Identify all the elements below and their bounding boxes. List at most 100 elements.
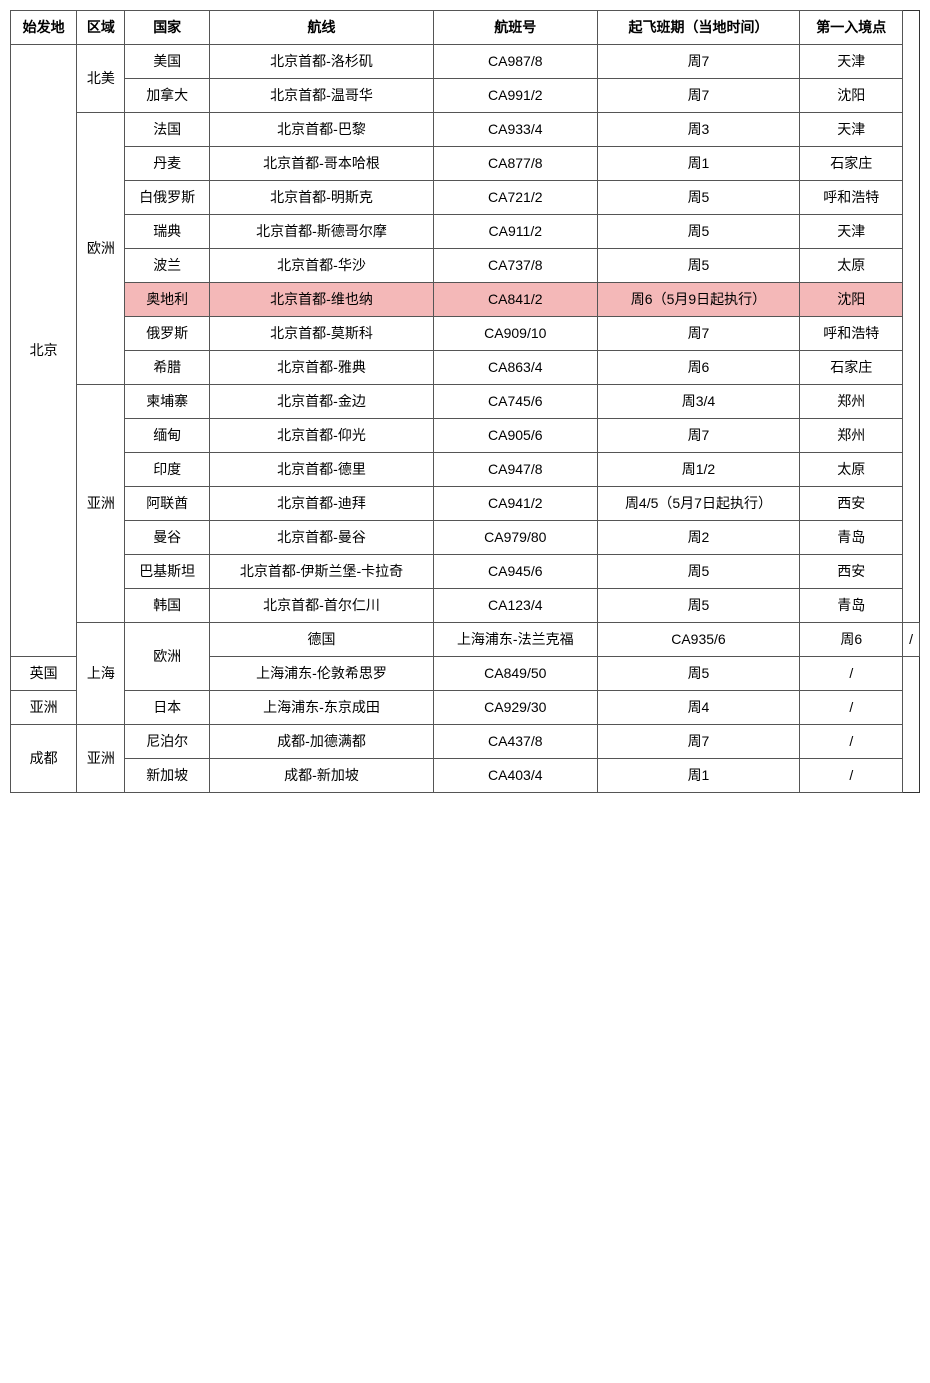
cell-entry: 沈阳 (800, 283, 903, 317)
cell-entry: 太原 (800, 249, 903, 283)
cell-flight: CA905/6 (434, 419, 597, 453)
cell-schedule: 周7 (597, 725, 800, 759)
cell-region: 亚洲 (77, 725, 125, 793)
cell-route: 北京首都-华沙 (209, 249, 433, 283)
cell-flight: CA941/2 (434, 487, 597, 521)
cell-schedule: 周2 (597, 521, 800, 555)
cell-origin: 成都 (11, 725, 77, 793)
cell-schedule: 周3 (597, 113, 800, 147)
cell-schedule: 周6 (597, 351, 800, 385)
table-row: 波兰北京首都-华沙CA737/8周5太原 (11, 249, 920, 283)
cell-route: 北京首都-哥本哈根 (209, 147, 433, 181)
flight-table-container: 始发地 区域 国家 航线 航班号 起飞班期（当地时间） 第一入境点 北京北美美国… (10, 10, 920, 793)
table-row: 缅甸北京首都-仰光CA905/6周7郑州 (11, 419, 920, 453)
cell-schedule: 周4/5（5月7日起执行） (597, 487, 800, 521)
table-row: 丹麦北京首都-哥本哈根CA877/8周1石家庄 (11, 147, 920, 181)
table-row: 俄罗斯北京首都-莫斯科CA909/10周7呼和浩特 (11, 317, 920, 351)
cell-route: 北京首都-洛杉矶 (209, 45, 433, 79)
table-row: 韩国北京首都-首尔仁川CA123/4周5青岛 (11, 589, 920, 623)
cell-schedule: 周7 (597, 79, 800, 113)
table-row: 亚洲柬埔寨北京首都-金边CA745/6周3/4郑州 (11, 385, 920, 419)
cell-entry: / (800, 691, 903, 725)
cell-region: 欧洲 (77, 113, 125, 385)
cell-schedule: 周5 (597, 181, 800, 215)
cell-entry: 太原 (800, 453, 903, 487)
cell-flight: CA909/10 (434, 317, 597, 351)
cell-entry: 呼和浩特 (800, 317, 903, 351)
table-row: 曼谷北京首都-曼谷CA979/80周2青岛 (11, 521, 920, 555)
cell-route: 北京首都-温哥华 (209, 79, 433, 113)
col-schedule: 起飞班期（当地时间） (597, 11, 800, 45)
cell-flight: CA979/80 (434, 521, 597, 555)
table-body: 北京北美美国北京首都-洛杉矶CA987/8周7天津加拿大北京首都-温哥华CA99… (11, 45, 920, 793)
cell-country: 白俄罗斯 (125, 181, 210, 215)
cell-entry: / (800, 657, 903, 691)
cell-flight: CA863/4 (434, 351, 597, 385)
cell-flight: CA841/2 (434, 283, 597, 317)
cell-flight: CA745/6 (434, 385, 597, 419)
cell-flight: CA933/4 (434, 113, 597, 147)
cell-route: 北京首都-巴黎 (209, 113, 433, 147)
cell-schedule: 周5 (597, 555, 800, 589)
flight-table: 始发地 区域 国家 航线 航班号 起飞班期（当地时间） 第一入境点 北京北美美国… (10, 10, 920, 793)
cell-entry: 天津 (800, 215, 903, 249)
cell-country: 日本 (125, 691, 210, 725)
cell-country: 美国 (125, 45, 210, 79)
table-row: 印度北京首都-德里CA947/8周1/2太原 (11, 453, 920, 487)
cell-entry: / (903, 623, 920, 657)
cell-entry: 郑州 (800, 385, 903, 419)
cell-flight: CA929/30 (434, 691, 597, 725)
cell-schedule: 周1 (597, 147, 800, 181)
cell-country: 印度 (125, 453, 210, 487)
cell-entry: 石家庄 (800, 351, 903, 385)
cell-entry: / (800, 759, 903, 793)
cell-country: 法国 (125, 113, 210, 147)
cell-schedule: 周7 (597, 317, 800, 351)
cell-schedule: 周6 (800, 623, 903, 657)
cell-country: 英国 (11, 657, 77, 691)
cell-region: 欧洲 (125, 623, 210, 691)
cell-region: 北美 (77, 45, 125, 113)
cell-region: 亚洲 (11, 691, 77, 725)
cell-country: 新加坡 (125, 759, 210, 793)
table-row: 希腊北京首都-雅典CA863/4周6石家庄 (11, 351, 920, 385)
cell-entry: 呼和浩特 (800, 181, 903, 215)
cell-schedule: 周5 (597, 589, 800, 623)
cell-route: 北京首都-雅典 (209, 351, 433, 385)
cell-schedule: 周1/2 (597, 453, 800, 487)
table-row: 欧洲法国北京首都-巴黎CA933/4周3天津 (11, 113, 920, 147)
cell-route: 北京首都-迪拜 (209, 487, 433, 521)
cell-origin: 上海 (77, 623, 125, 725)
table-row: 奥地利北京首都-维也纳CA841/2周6（5月9日起执行）沈阳 (11, 283, 920, 317)
cell-schedule: 周5 (597, 249, 800, 283)
table-row: 新加坡成都-新加坡CA403/4周1/ (11, 759, 920, 793)
cell-entry: 西安 (800, 487, 903, 521)
table-row: 瑞典北京首都-斯德哥尔摩CA911/2周5天津 (11, 215, 920, 249)
cell-entry: 青岛 (800, 521, 903, 555)
cell-country: 希腊 (125, 351, 210, 385)
cell-schedule: 周5 (597, 215, 800, 249)
table-row: 北京北美美国北京首都-洛杉矶CA987/8周7天津 (11, 45, 920, 79)
table-row: 上海欧洲德国上海浦东-法兰克福CA935/6周6/ (11, 623, 920, 657)
col-region: 区域 (77, 11, 125, 45)
cell-schedule: 周4 (597, 691, 800, 725)
cell-entry: 天津 (800, 113, 903, 147)
cell-country: 奥地利 (125, 283, 210, 317)
cell-route: 北京首都-曼谷 (209, 521, 433, 555)
cell-country: 缅甸 (125, 419, 210, 453)
cell-route: 成都-新加坡 (209, 759, 433, 793)
cell-schedule: 周7 (597, 419, 800, 453)
cell-entry: 郑州 (800, 419, 903, 453)
cell-flight: CA935/6 (597, 623, 800, 657)
cell-country: 曼谷 (125, 521, 210, 555)
cell-schedule: 周3/4 (597, 385, 800, 419)
table-row: 巴基斯坦北京首都-伊斯兰堡-卡拉奇CA945/6周5西安 (11, 555, 920, 589)
col-country: 国家 (125, 11, 210, 45)
cell-country: 德国 (209, 623, 433, 657)
table-row: 阿联酋北京首都-迪拜CA941/2周4/5（5月7日起执行）西安 (11, 487, 920, 521)
cell-country: 巴基斯坦 (125, 555, 210, 589)
cell-route: 北京首都-维也纳 (209, 283, 433, 317)
cell-route: 北京首都-明斯克 (209, 181, 433, 215)
cell-route: 北京首都-莫斯科 (209, 317, 433, 351)
cell-flight: CA987/8 (434, 45, 597, 79)
